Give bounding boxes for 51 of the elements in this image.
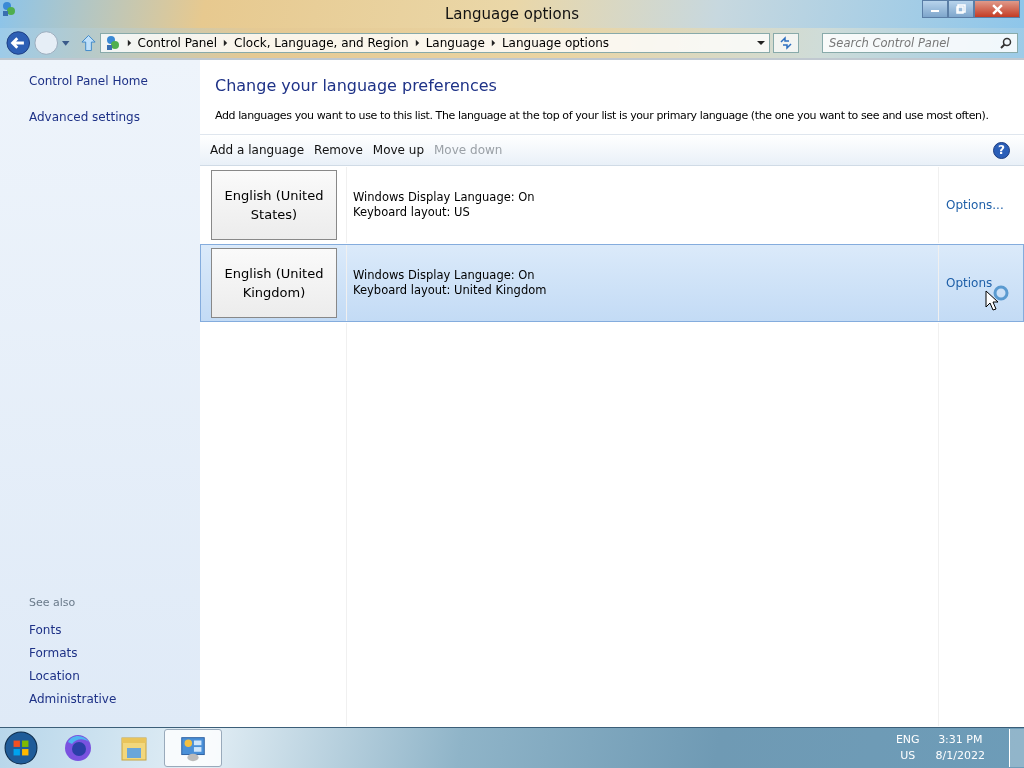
page-heading: Change your language preferences — [215, 76, 497, 95]
language-row[interactable]: English (United States) Windows Display Language: On Keyboard layout: US Options... — [200, 166, 1024, 244]
dropdown-caret-icon[interactable] — [756, 40, 765, 46]
window-title: Language options — [444, 5, 579, 23]
browser-icon[interactable] — [62, 732, 94, 764]
search-icon[interactable] — [1000, 37, 1012, 49]
breadcrumb[interactable]: Language options — [501, 36, 610, 50]
keyboard-layout-text: Keyboard layout: US — [353, 205, 471, 220]
see-also-link[interactable]: Fonts — [29, 623, 62, 637]
breadcrumb[interactable]: Control Panel — [137, 36, 218, 50]
see-also-link[interactable]: Formats — [29, 646, 78, 660]
control-panel-icon — [104, 35, 121, 51]
search-field[interactable]: Search Control Panel — [822, 33, 1018, 53]
help-button[interactable]: ? — [993, 141, 1010, 159]
back-button[interactable] — [6, 30, 31, 56]
breadcrumb-arrow-icon[interactable] — [126, 39, 132, 47]
control-panel-icon — [1, 1, 17, 17]
breadcrumb-arrow-icon[interactable] — [490, 39, 496, 47]
start-button[interactable] — [4, 731, 38, 765]
up-arrow-icon[interactable] — [81, 34, 97, 52]
breadcrumb[interactable]: Clock, Language, and Region — [234, 36, 409, 50]
sidebar-link[interactable]: Control Panel Home — [29, 74, 148, 88]
close-button[interactable] — [974, 0, 1020, 18]
control-panel-taskbar-button[interactable] — [164, 729, 222, 767]
options-link[interactable]: Options... — [946, 198, 1004, 212]
toolbar-button[interactable]: Move up — [368, 140, 428, 160]
sidebar-link[interactable]: Advanced settings — [29, 110, 140, 124]
language-tile: English (United Kingdom) — [211, 248, 337, 318]
breadcrumb[interactable]: Language — [425, 36, 485, 50]
breadcrumb-arrow-icon[interactable] — [223, 39, 229, 47]
breadcrumb-arrow-icon[interactable] — [414, 39, 420, 47]
see-also-link[interactable]: Location — [29, 669, 80, 683]
refresh-button[interactable] — [772, 33, 799, 53]
refresh-icon — [778, 36, 793, 50]
toolbar-button[interactable]: Add a language — [206, 140, 309, 160]
toolbar-button[interactable]: Remove — [310, 140, 367, 160]
restore-button[interactable] — [948, 0, 974, 18]
language-tile: English (United States) — [211, 170, 337, 240]
close-icon — [991, 3, 1003, 15]
history-dropdown-icon[interactable] — [61, 38, 71, 48]
address-bar[interactable]: Control Panel Clock, Language, and Region Language Language options — [99, 33, 770, 53]
minimize-button[interactable] — [922, 0, 948, 18]
see-also-heading: See also — [29, 596, 76, 609]
language-row[interactable]: English (United Kingdom) Windows Display Language: On Keyboard layout: United Kingdom Options — [200, 244, 1024, 322]
keyboard-layout-text: Keyboard layout: United Kingdom — [353, 283, 548, 298]
display-language-text: Windows Display Language: On — [353, 190, 536, 205]
see-also-link[interactable]: Administrative — [29, 692, 117, 706]
display-language-text: Windows Display Language: On — [353, 268, 536, 283]
restore-icon — [956, 4, 966, 14]
description-text: Add languages you want to use to this list. The language at the top of your list is your primary language (the one you want to see and use most often). — [215, 109, 989, 122]
options-link[interactable]: Options — [946, 276, 993, 290]
